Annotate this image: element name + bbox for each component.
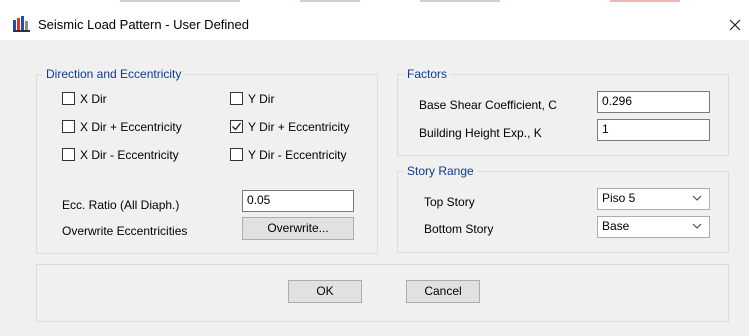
cancel-button[interactable]: Cancel — [406, 280, 480, 303]
factors-group-legend: Factors — [404, 67, 451, 81]
height-exp-label: Building Height Exp., K — [419, 126, 542, 140]
chevron-down-icon — [692, 223, 702, 229]
y-dir-plus-ecc-label: Y Dir + Eccentricity — [248, 120, 350, 134]
ecc-ratio-label: Ecc. Ratio (All Diaph.) — [62, 198, 180, 212]
direction-group-legend: Direction and Eccentricity — [43, 67, 185, 81]
overwrite-button[interactable]: Overwrite... — [242, 217, 354, 240]
app-icon — [13, 16, 31, 32]
x-dir-minus-ecc-label: X Dir - Eccentricity — [80, 148, 179, 162]
x-dir-plus-ecc-label: X Dir + Eccentricity — [80, 120, 182, 134]
story-range-group-legend: Story Range — [404, 164, 477, 178]
x-dir-minus-ecc-checkbox[interactable] — [62, 148, 75, 161]
y-dir-minus-ecc-checkbox[interactable] — [230, 148, 243, 161]
y-dir-plus-ecc-checkbox[interactable] — [230, 120, 243, 133]
factors-group: Factors — [397, 67, 729, 156]
y-dir-label: Y Dir — [248, 92, 275, 106]
y-dir-minus-ecc-label: Y Dir - Eccentricity — [248, 148, 347, 162]
x-dir-label: X Dir — [80, 92, 107, 106]
overwrite-eccentricities-label: Overwrite Eccentricities — [62, 224, 188, 238]
y-dir-checkbox[interactable] — [230, 92, 243, 105]
checkmark-icon — [232, 122, 242, 131]
window-title: Seismic Load Pattern - User Defined — [38, 17, 249, 32]
top-story-select[interactable]: Piso 5 — [597, 188, 710, 210]
base-shear-input[interactable]: 0.296 — [597, 91, 710, 113]
story-range-group: Story Range — [397, 164, 729, 253]
height-exp-input[interactable]: 1 — [597, 119, 710, 141]
bottom-story-value: Base — [602, 219, 630, 233]
x-dir-plus-ecc-checkbox[interactable] — [62, 120, 75, 133]
top-story-value: Piso 5 — [602, 191, 636, 205]
base-shear-label: Base Shear Coefficient, C — [419, 98, 557, 112]
title-bar: Seismic Load Pattern - User Defined — [0, 4, 749, 40]
ok-button[interactable]: OK — [288, 280, 362, 303]
close-button[interactable] — [722, 12, 748, 38]
dialog-buttons-area — [36, 264, 729, 322]
ecc-ratio-input[interactable]: 0.05 — [242, 190, 354, 212]
dialog-client-area: Direction and Eccentricity X Dir Y Dir X… — [0, 40, 749, 336]
x-dir-checkbox[interactable] — [62, 92, 75, 105]
bottom-story-select[interactable]: Base — [597, 216, 710, 238]
bottom-story-label: Bottom Story — [424, 222, 494, 236]
chevron-down-icon — [692, 195, 702, 201]
top-story-label: Top Story — [424, 195, 475, 209]
close-icon — [729, 19, 741, 31]
